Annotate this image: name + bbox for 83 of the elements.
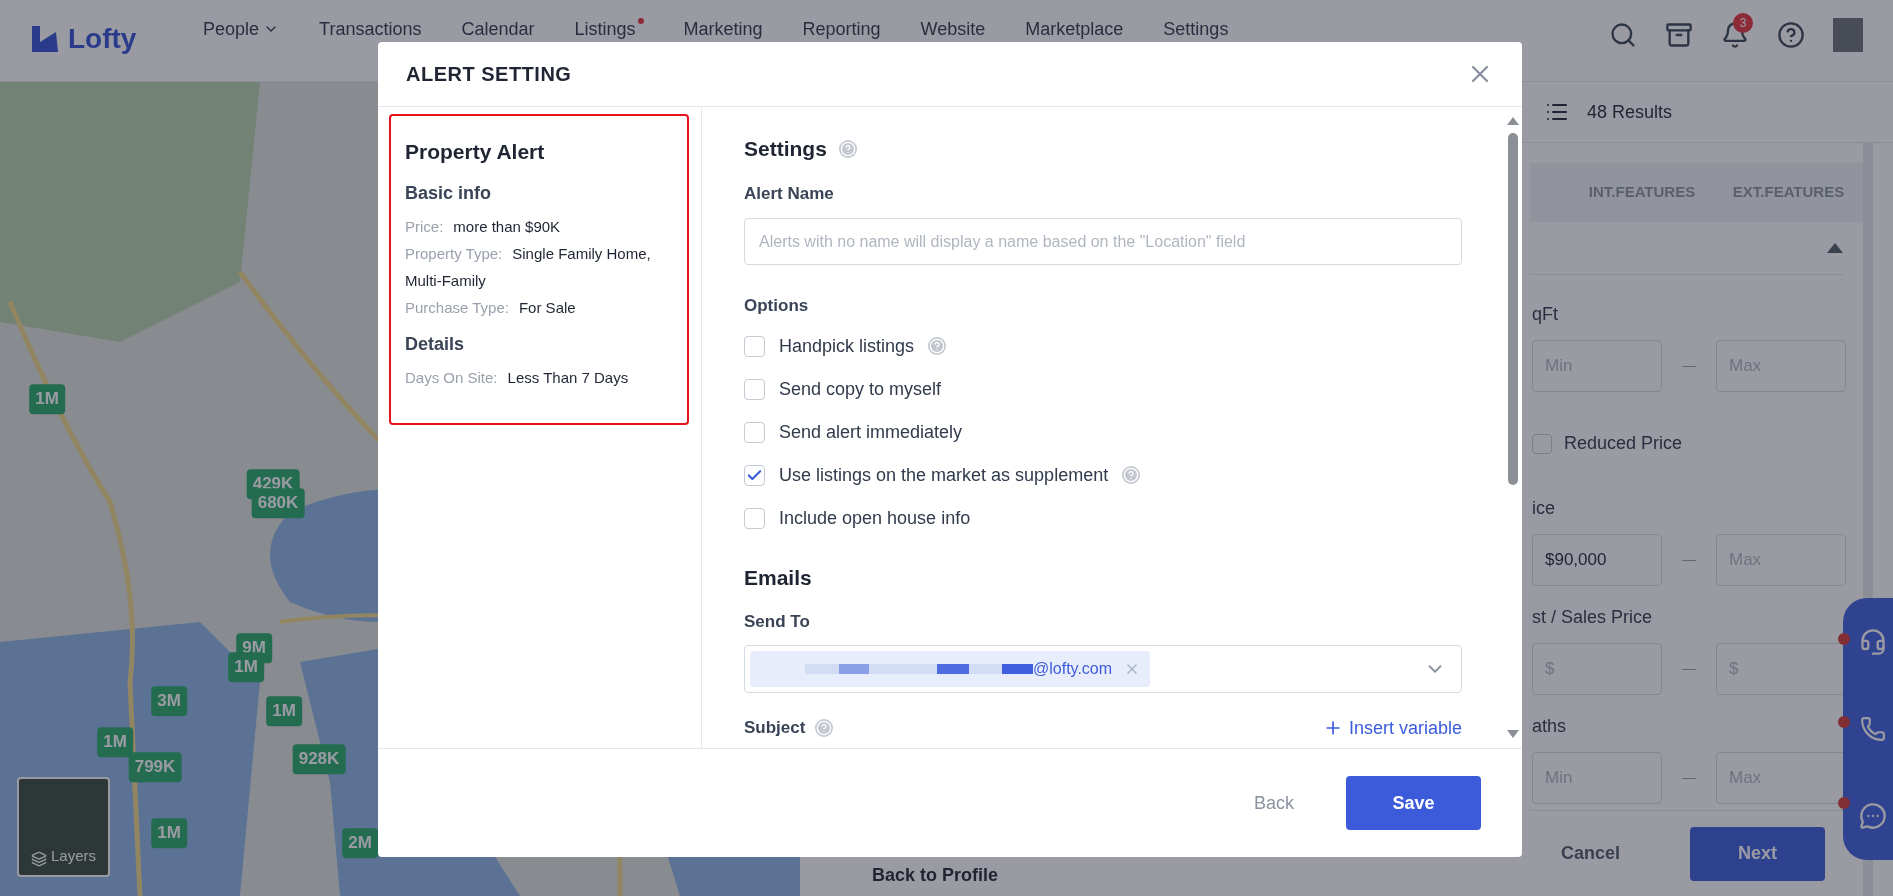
section-title: Emails xyxy=(744,564,813,591)
scroll-up-icon xyxy=(1827,243,1843,253)
range-input[interactable]: $90,000 xyxy=(1532,534,1662,586)
nav-item[interactable]: Listings xyxy=(574,18,644,40)
insert-variable-link[interactable]: Insert variable xyxy=(1322,714,1462,742)
price-marker[interactable]: 1M xyxy=(97,727,133,757)
nav-item[interactable]: Calendar xyxy=(461,18,535,40)
option-label: Handpick listings xyxy=(779,334,915,358)
filter-tab[interactable]: EXT.FEATURES xyxy=(1732,181,1845,204)
nav-item[interactable]: Website xyxy=(920,18,986,40)
back-link[interactable]: Back to Profile xyxy=(872,862,999,889)
nav-item[interactable]: Settings xyxy=(1163,18,1229,40)
alert-name-field[interactable]: Alerts with no name will display a name based on the "Location" field xyxy=(744,218,1462,265)
summary-title: Property Alert xyxy=(405,139,546,165)
field-label: Options xyxy=(744,295,810,317)
nav-item[interactable]: People xyxy=(203,18,280,40)
back-button[interactable]: Back xyxy=(1253,789,1294,817)
scroll-down-icon[interactable] xyxy=(1507,730,1519,738)
filter-label: aths xyxy=(1532,715,1567,738)
checkbox[interactable] xyxy=(744,421,765,443)
price-marker[interactable]: 928K xyxy=(292,744,346,774)
option-label: Send alert immediately xyxy=(779,420,963,444)
filter-label: ice xyxy=(1532,497,1555,520)
chat-icon[interactable] xyxy=(1859,802,1887,830)
help-icon[interactable] xyxy=(1777,21,1805,49)
option-label: Include open house info xyxy=(779,506,971,530)
option-label: Send copy to myself xyxy=(779,377,942,401)
field-label: Subject xyxy=(744,717,806,740)
price-marker[interactable]: 1M xyxy=(228,652,264,682)
nav-item[interactable]: Marketing xyxy=(683,18,763,40)
checkbox[interactable] xyxy=(1532,433,1552,454)
range-input[interactable]: $ xyxy=(1532,643,1662,695)
checkbox[interactable] xyxy=(744,378,765,400)
search-icon[interactable] xyxy=(1609,21,1637,49)
nav-item[interactable]: Transactions xyxy=(319,18,422,40)
recipient-email: @lofty.com xyxy=(1033,658,1113,679)
section-heading: Details xyxy=(405,332,466,356)
field-label: Send To xyxy=(744,611,811,633)
cancel-button[interactable]: Cancel xyxy=(1560,840,1620,867)
notification-badge: 3 xyxy=(1733,13,1753,33)
price-marker[interactable]: 680K xyxy=(251,488,305,518)
option-label: Use listings on the market as supplement xyxy=(779,463,1109,487)
inbox-icon[interactable] xyxy=(1665,21,1693,49)
section-heading: Basic info xyxy=(405,181,493,205)
price-marker[interactable]: 1M xyxy=(29,384,65,414)
checkbox-label: Reduced Price xyxy=(1564,432,1683,455)
logo-text: Lofty xyxy=(68,22,137,56)
price-marker[interactable]: 3M xyxy=(151,686,187,716)
range-dash xyxy=(1682,777,1696,779)
layers-icon xyxy=(31,851,47,867)
dialog-title: ALERT SETTING xyxy=(406,62,572,87)
checkbox[interactable] xyxy=(744,335,765,357)
field-label: Alert Name xyxy=(744,182,835,205)
nav-item[interactable]: Marketplace xyxy=(1025,18,1124,40)
phone-icon[interactable] xyxy=(1860,716,1886,742)
range-dash xyxy=(1682,365,1696,367)
price-marker[interactable]: 799K xyxy=(128,752,182,782)
recipient-chip[interactable]: @lofty.com xyxy=(750,650,1150,687)
layers-button[interactable]: Layers xyxy=(17,777,110,877)
results-count: 48 Results xyxy=(1587,100,1673,124)
summary-row-text: Purchase Type: For Sale xyxy=(405,297,577,318)
nav-item[interactable]: Reporting xyxy=(802,18,881,40)
filter-label: st / Sales Price xyxy=(1532,606,1653,629)
summary-row-text: Days On Site: Less Than 7 Days xyxy=(405,367,630,388)
summary-row-text: Price: more than $90K xyxy=(405,216,562,237)
price-marker[interactable]: 2M xyxy=(342,828,378,858)
checkbox[interactable] xyxy=(744,507,765,529)
save-button[interactable]: Save xyxy=(1346,776,1481,830)
filter-label: qFt xyxy=(1532,303,1558,326)
recipient-select[interactable]: @lofty.com xyxy=(744,644,1462,693)
range-dash xyxy=(1682,559,1696,561)
logo-icon xyxy=(30,24,60,54)
headset-icon[interactable] xyxy=(1859,628,1887,656)
range-dash xyxy=(1682,668,1696,670)
price-marker[interactable]: 1M xyxy=(266,696,302,726)
next-button[interactable]: Next xyxy=(1690,826,1825,881)
price-marker[interactable]: 1M xyxy=(151,818,187,848)
range-input[interactable]: $ xyxy=(1716,643,1846,695)
summary-row-text: Property Type: Single Family Home, Multi-Family xyxy=(405,243,652,291)
checkbox[interactable] xyxy=(744,464,765,486)
filter-tab[interactable]: INT.FEATURES xyxy=(1588,181,1696,204)
scroll-up-icon[interactable] xyxy=(1507,117,1519,125)
section-title: Settings xyxy=(744,136,827,162)
